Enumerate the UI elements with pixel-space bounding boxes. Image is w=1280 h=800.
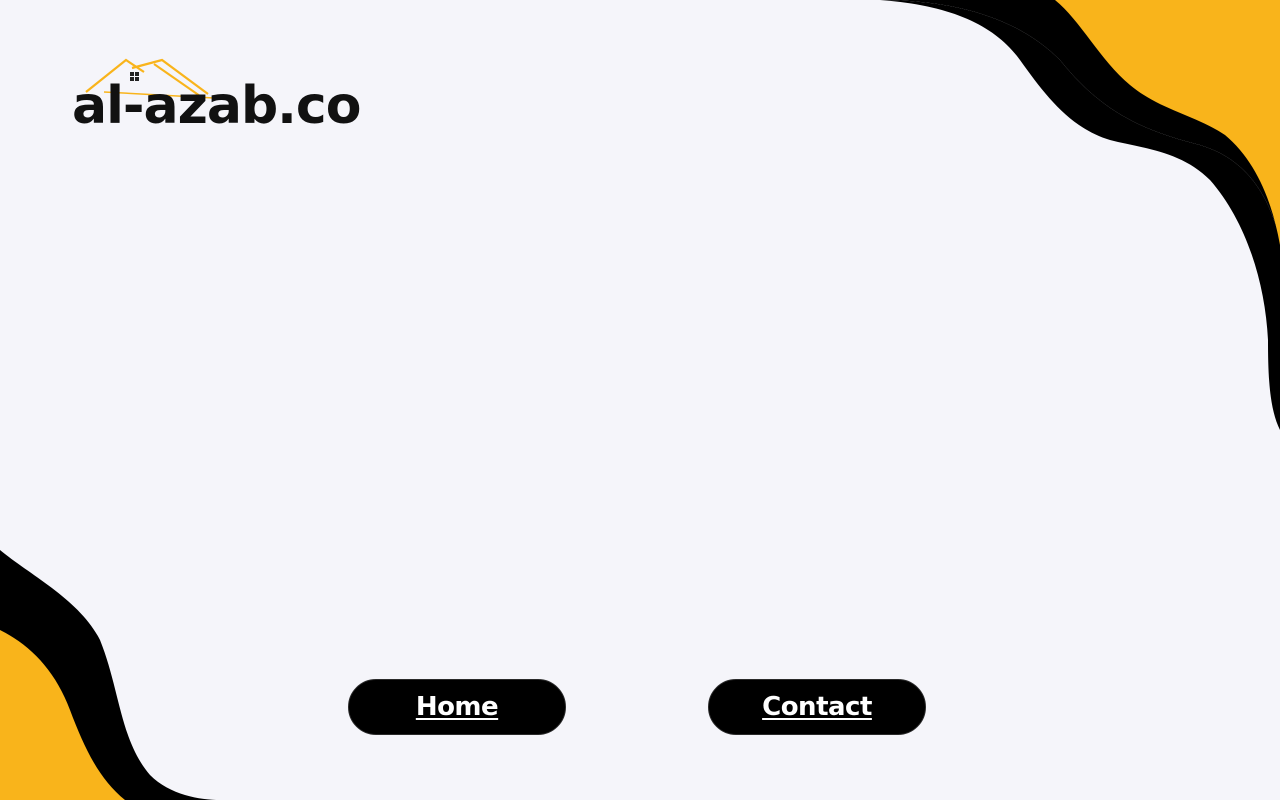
brand-name: al-azab.co <box>72 76 361 136</box>
contact-button-label: Contact <box>762 692 872 722</box>
landing-page: al-azab.co Home Contact <box>0 0 1280 800</box>
home-button[interactable]: Home <box>348 679 566 735</box>
contact-button[interactable]: Contact <box>708 679 926 735</box>
brand-logo[interactable]: al-azab.co <box>70 56 380 146</box>
home-button-label: Home <box>415 692 499 722</box>
